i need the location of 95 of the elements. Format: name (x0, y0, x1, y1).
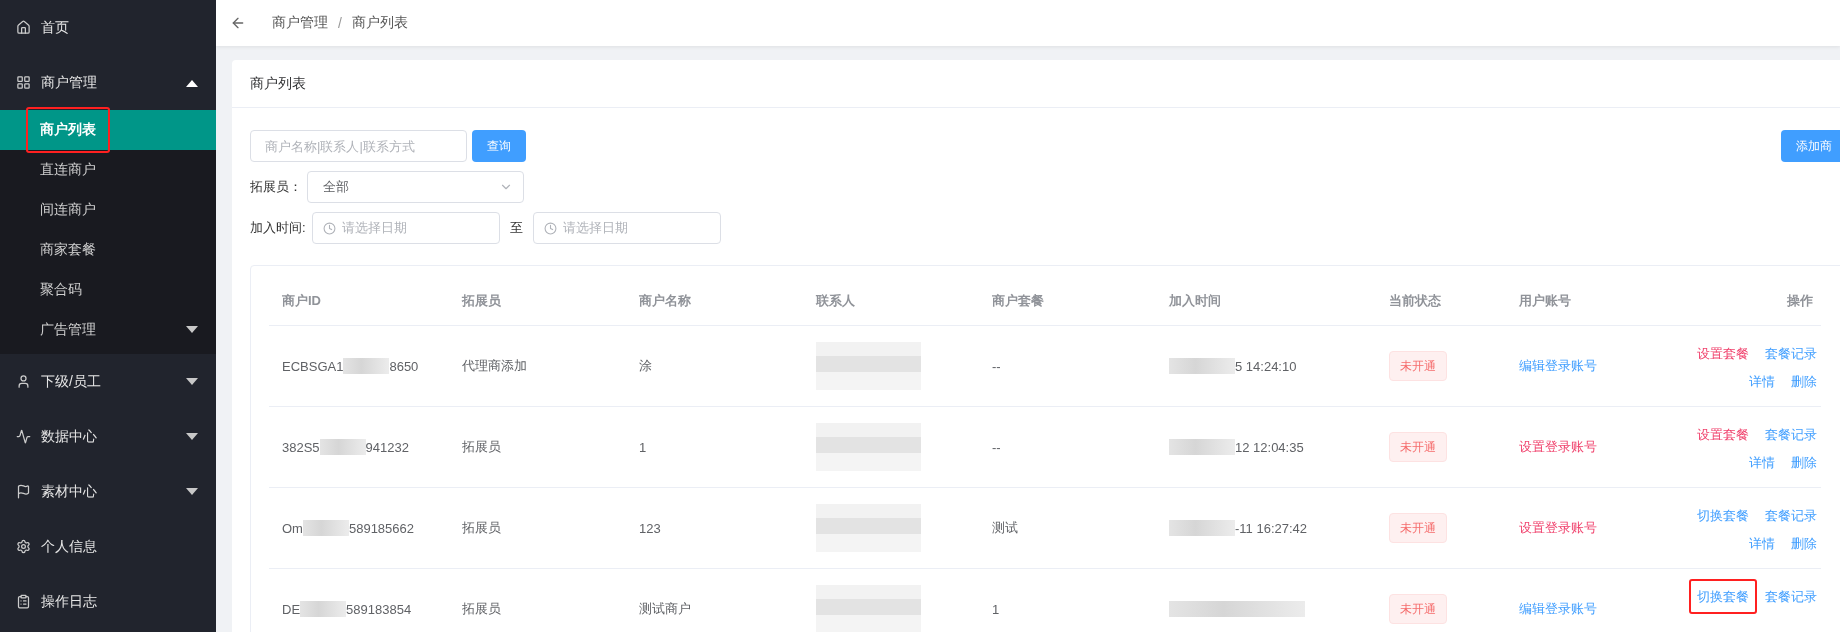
sidebar-item[interactable]: 下级/员工 (0, 354, 216, 409)
merchant-id: Om (282, 520, 303, 536)
account-link[interactable]: 编辑登录账号 (1519, 357, 1597, 375)
end-date-field[interactable]: 请选择日期 (532, 212, 721, 244)
action-link[interactable]: 套餐记录 (1765, 589, 1817, 604)
pixelated-redaction (319, 439, 366, 455)
table-cell: 1 (992, 601, 1000, 617)
merchant-id: 941232 (365, 439, 409, 455)
sidebar-item[interactable]: 数据中心 (0, 409, 216, 464)
pixelated-redaction (300, 601, 347, 617)
column-header: 加入时间 (1156, 276, 1376, 326)
account-link[interactable]: 设置登录账号 (1519, 519, 1597, 537)
table-cell: 拓展员 (462, 519, 501, 537)
table-cell: 123 (639, 520, 661, 536)
breadcrumb-item[interactable]: 商户管理 (272, 14, 328, 32)
clipboard-icon (16, 594, 31, 609)
table-cell: 涂 (639, 357, 652, 375)
table-cell: 代理商添加 (462, 357, 527, 375)
table-cell: 测试商户 (639, 600, 691, 618)
merchant-id: 8650 (389, 358, 419, 374)
sidebar-item[interactable]: 操作日志 (0, 574, 216, 629)
submenu-item[interactable]: 商家套餐 (0, 230, 216, 270)
action-link[interactable]: 详情 (1749, 455, 1775, 470)
pixelated-redaction (343, 358, 390, 374)
column-header: 当前状态 (1376, 276, 1506, 326)
action-link[interactable]: 套餐记录 (1765, 508, 1817, 523)
pixelated-redaction (1169, 358, 1235, 374)
table-cell: -11 16:27:42 (1235, 520, 1308, 536)
action-link[interactable]: 详情 (1749, 536, 1775, 551)
range-separator: 至 (509, 219, 523, 237)
submenu-item[interactable]: 直连商户 (0, 150, 216, 190)
pixelated-redaction (1169, 439, 1235, 455)
status-tag: 未开通 (1389, 594, 1447, 624)
home-icon (16, 20, 31, 35)
sidebar-item[interactable]: 首页 (0, 0, 216, 55)
action-link[interactable]: 删除 (1791, 536, 1817, 551)
submenu-item[interactable]: 广告管理 (0, 310, 216, 350)
action-link[interactable]: 设置套餐 (1697, 346, 1749, 361)
account-link[interactable]: 编辑登录账号 (1519, 600, 1597, 618)
column-header: 操作 (1676, 276, 1821, 326)
column-header: 商户套餐 (979, 276, 1156, 326)
table-cell: 1 (639, 439, 647, 455)
action-link[interactable]: 套餐记录 (1765, 346, 1817, 361)
status-tag: 未开通 (1389, 432, 1447, 462)
agent-select[interactable]: 全部 (307, 171, 524, 203)
column-header: 商户名称 (626, 276, 803, 326)
submenu-item[interactable]: 间连商户 (0, 190, 216, 230)
sidebar-item[interactable]: 商户管理 (0, 55, 216, 110)
action-link[interactable]: 详情 (1749, 374, 1775, 389)
breadcrumb-separator: / (338, 15, 342, 31)
table-cell: 拓展员 (462, 600, 501, 618)
breadcrumb-item[interactable]: 商户列表 (351, 14, 408, 32)
settings-icon (16, 539, 31, 554)
flag-icon (16, 484, 31, 499)
sidebar-item[interactable]: 素材中心 (0, 464, 216, 519)
table-cell: 12 12:04:35 (1235, 439, 1304, 455)
pixelated-redaction (302, 520, 349, 536)
account-link[interactable]: 设置登录账号 (1519, 438, 1597, 456)
search-field[interactable]: 商户名称|联系人|联系方式 (250, 130, 467, 162)
filter-label: 加入时间: (250, 219, 306, 237)
filter-label: 拓展员： (250, 178, 302, 196)
action-link[interactable]: 设置套餐 (1697, 427, 1749, 442)
table-cell: 5 14:24:10 (1235, 358, 1297, 374)
merchant-id: DE (282, 601, 301, 617)
merchant-id: 382S5 (282, 439, 320, 455)
column-header: 拓展员 (449, 276, 626, 326)
search-button[interactable]: 查询 (472, 130, 526, 162)
table-cell: -- (992, 358, 1001, 374)
clock-icon (322, 221, 336, 235)
sidebar-item[interactable]: 个人信息 (0, 519, 216, 574)
column-header: 联系人 (803, 276, 979, 326)
action-link[interactable]: 套餐记录 (1765, 427, 1817, 442)
status-tag: 未开通 (1389, 513, 1447, 543)
user-icon (16, 374, 31, 389)
card-title: 商户列表 (232, 60, 1840, 108)
merchant-id: 589183854 (346, 601, 412, 617)
action-link[interactable]: 删除 (1791, 455, 1817, 470)
clock-icon (543, 221, 557, 235)
merchant-id: 589185662 (348, 520, 415, 536)
start-date-field[interactable]: 请选择日期 (311, 212, 500, 244)
grid-icon (16, 75, 31, 90)
action-link[interactable]: 切换套餐 (1697, 508, 1749, 523)
column-header: 商户ID (269, 276, 449, 326)
table-cell: -- (992, 439, 1001, 455)
pixelated-redaction (1169, 520, 1235, 536)
submenu-item[interactable]: 聚合码 (0, 270, 216, 310)
merchant-id: ECBSGA1 (282, 358, 344, 374)
status-tag: 未开通 (1389, 351, 1447, 381)
column-header: 用户账号 (1506, 276, 1676, 326)
submenu-item[interactable]: 商户列表 (0, 110, 216, 150)
table-cell: 拓展员 (462, 438, 501, 456)
action-link[interactable]: 删除 (1791, 374, 1817, 389)
table-cell: 测试 (992, 519, 1018, 537)
pulse-icon (16, 429, 31, 444)
add-merchant-button[interactable]: 添加商 (1781, 130, 1840, 162)
